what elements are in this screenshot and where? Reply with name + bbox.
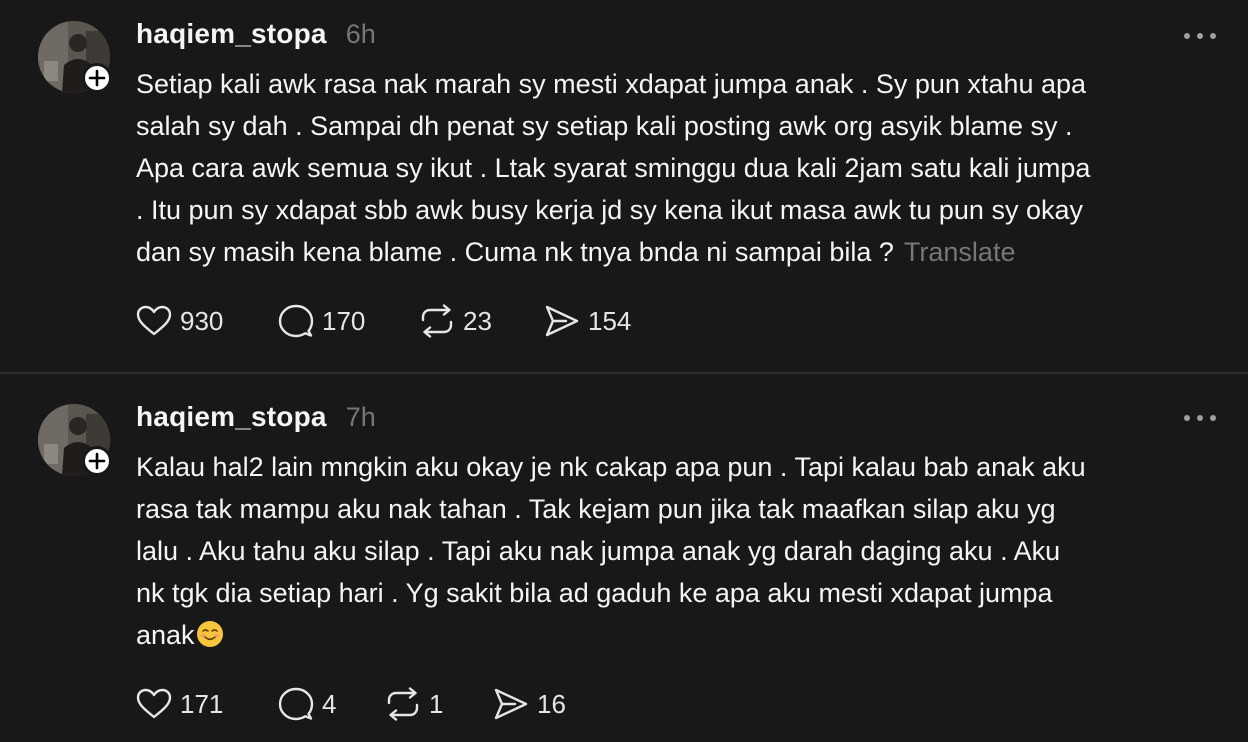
avatar-container[interactable] [38,21,112,95]
like-button[interactable]: 930 [136,301,223,341]
post-text: Setiap kali awk rasa nak marah sy mesti … [136,63,1226,273]
repost-icon [387,687,419,721]
comment-bubble-icon [278,687,314,721]
plus-icon [88,452,106,470]
more-options-icon[interactable] [1178,408,1222,428]
post-text-line-last: dan sy masih kena blame . Cuma nk tnya b… [136,231,1226,273]
post-text-line: rasa tak mampu aku nak tahan . Tak kejam… [136,494,1056,524]
reply-count: 170 [322,305,366,336]
reply-button[interactable]: 170 [278,301,365,341]
post-text-line: salah sy dah . Sampai dh penat sy setiap… [136,111,1073,141]
follow-button[interactable] [82,446,112,476]
send-icon [494,688,528,720]
username-link[interactable]: haqiem_stopa [136,18,327,50]
action-bar: 171 4 1 16 [136,684,736,724]
post-timestamp[interactable]: 6h [346,19,376,50]
post-text-line: Apa cara awk semua sy ikut . Ltak syarat… [136,153,1091,183]
post-text-line: dan sy masih kena blame . Cuma nk tnya b… [136,237,894,267]
comment-bubble-icon [278,304,314,338]
share-count: 16 [537,688,566,719]
heart-icon [136,305,172,336]
post-header: haqiem_stopa 7h [136,401,376,435]
plus-icon [88,69,106,87]
like-count: 171 [180,688,224,719]
post-header: haqiem_stopa 6h [136,18,376,52]
reply-count: 4 [322,688,337,719]
username-link[interactable]: haqiem_stopa [136,401,327,433]
reply-button[interactable]: 4 [278,684,336,724]
post-text: Kalau hal2 lain mngkin aku okay je nk ca… [136,446,1226,656]
share-button[interactable]: 16 [493,684,566,724]
like-button[interactable]: 171 [136,684,223,724]
share-count: 154 [588,305,632,336]
post-text-line: nk tgk dia setiap hari . Yg sakit bila a… [136,578,1053,608]
repost-count: 23 [463,305,492,336]
post-text-line: anak [136,620,195,650]
follow-button[interactable] [82,63,112,93]
translate-link[interactable]: Translate [904,237,1016,267]
send-icon [545,305,579,337]
repost-icon [421,304,453,338]
repost-button[interactable]: 1 [385,684,443,724]
like-count: 930 [180,305,224,336]
post-text-line: . Itu pun sy xdapat sbb awk busy kerja j… [136,195,1083,225]
repost-count: 1 [429,688,444,719]
share-button[interactable]: 154 [544,301,631,341]
post-text-line: Setiap kali awk rasa nak marah sy mesti … [136,69,1087,99]
action-bar: 930 170 23 154 [136,301,736,341]
thread-post: haqiem_stopa 7h Kalau hal2 lain mngkin a… [0,374,1248,742]
avatar-container[interactable] [38,404,112,478]
heart-icon [136,688,172,719]
thread-post: haqiem_stopa 6h Setiap kali awk rasa nak… [0,0,1248,372]
more-options-icon[interactable] [1178,26,1222,46]
post-timestamp[interactable]: 7h [346,402,376,433]
repost-button[interactable]: 23 [419,301,492,341]
post-text-line: Kalau hal2 lain mngkin aku okay je nk ca… [136,452,1086,482]
post-text-line-last: anak [136,614,1226,656]
smiling-face-emoji-icon [196,621,223,647]
post-text-line: lalu . Aku tahu aku silap . Tapi aku nak… [136,536,1061,566]
